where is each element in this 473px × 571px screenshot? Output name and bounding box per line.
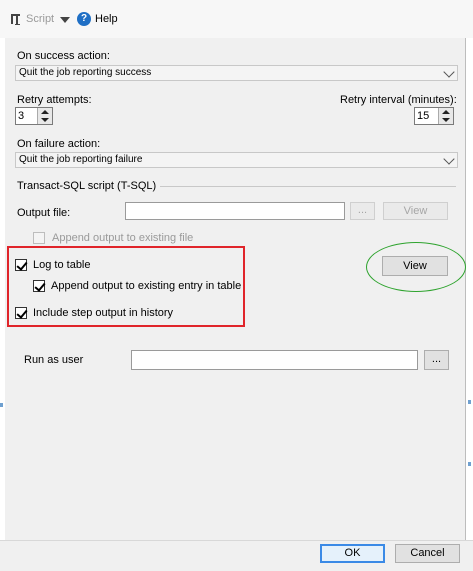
output-file-label: Output file: <box>17 207 71 219</box>
cancel-button[interactable]: Cancel <box>395 544 460 563</box>
retry-interval-value: 15 <box>417 110 430 122</box>
left-gutter <box>0 38 5 540</box>
run-as-user-input[interactable] <box>131 350 418 370</box>
output-file-view-button[interactable]: View <box>383 202 448 220</box>
retry-attempts-stepper[interactable]: 3 <box>15 107 53 125</box>
on-failure-select[interactable]: Quit the job reporting failure <box>15 152 458 168</box>
group-divider <box>160 186 456 187</box>
stepper-buttons[interactable] <box>37 108 52 124</box>
script-button-label[interactable]: Script <box>26 13 54 25</box>
on-failure-value: Quit the job reporting failure <box>19 154 143 165</box>
retry-interval-label: Retry interval (minutes): <box>340 94 457 106</box>
stepper-down-icon[interactable] <box>41 118 49 122</box>
stepper-down-icon[interactable] <box>442 118 450 122</box>
gutter-mark <box>468 462 471 466</box>
output-file-browse-button[interactable]: ... <box>350 202 375 220</box>
checkmark-icon <box>34 280 46 292</box>
toolbar <box>0 0 473 38</box>
stepper-up-icon[interactable] <box>41 110 49 114</box>
log-to-table-label: Log to table <box>33 259 91 271</box>
help-circle-icon[interactable]: ? <box>77 12 91 26</box>
append-existing-entry-label: Append output to existing entry in table <box>51 280 242 292</box>
retry-attempts-label: Retry attempts: <box>17 94 92 106</box>
on-success-value: Quit the job reporting success <box>19 67 152 78</box>
run-as-user-label: Run as user <box>24 354 84 366</box>
checkmark-icon <box>16 307 28 319</box>
log-to-table-checkbox[interactable] <box>15 259 28 271</box>
append-existing-file-checkbox[interactable] <box>33 232 45 244</box>
gutter-mark <box>0 403 3 407</box>
on-success-select[interactable]: Quit the job reporting success <box>15 65 458 81</box>
retry-attempts-value: 3 <box>18 110 25 122</box>
help-button-label[interactable]: Help <box>95 13 118 25</box>
append-existing-file-label: Append output to existing file <box>52 232 194 244</box>
chevron-down-icon <box>443 153 455 165</box>
stepper-buttons[interactable] <box>438 108 453 124</box>
view-table-log-button[interactable]: View <box>382 256 448 276</box>
on-failure-label: On failure action: <box>17 138 101 150</box>
append-existing-entry-checkbox[interactable] <box>33 280 46 292</box>
tsql-group-label: Transact-SQL script (T-SQL) <box>17 180 157 192</box>
include-step-output-label: Include step output in history <box>33 307 174 319</box>
output-file-input[interactable] <box>125 202 345 220</box>
chevron-down-icon <box>443 66 455 78</box>
checkmark-icon <box>16 259 28 271</box>
script-icon[interactable] <box>9 12 23 26</box>
script-dropdown-chevron-icon[interactable] <box>60 17 70 23</box>
on-success-label: On success action: <box>17 50 110 62</box>
retry-interval-stepper[interactable]: 15 <box>414 107 454 125</box>
run-as-user-browse-button[interactable]: ... <box>424 350 449 370</box>
include-step-output-checkbox[interactable] <box>15 307 28 319</box>
stepper-up-icon[interactable] <box>442 110 450 114</box>
gutter-mark <box>468 400 471 404</box>
ok-button[interactable]: OK <box>320 544 385 563</box>
